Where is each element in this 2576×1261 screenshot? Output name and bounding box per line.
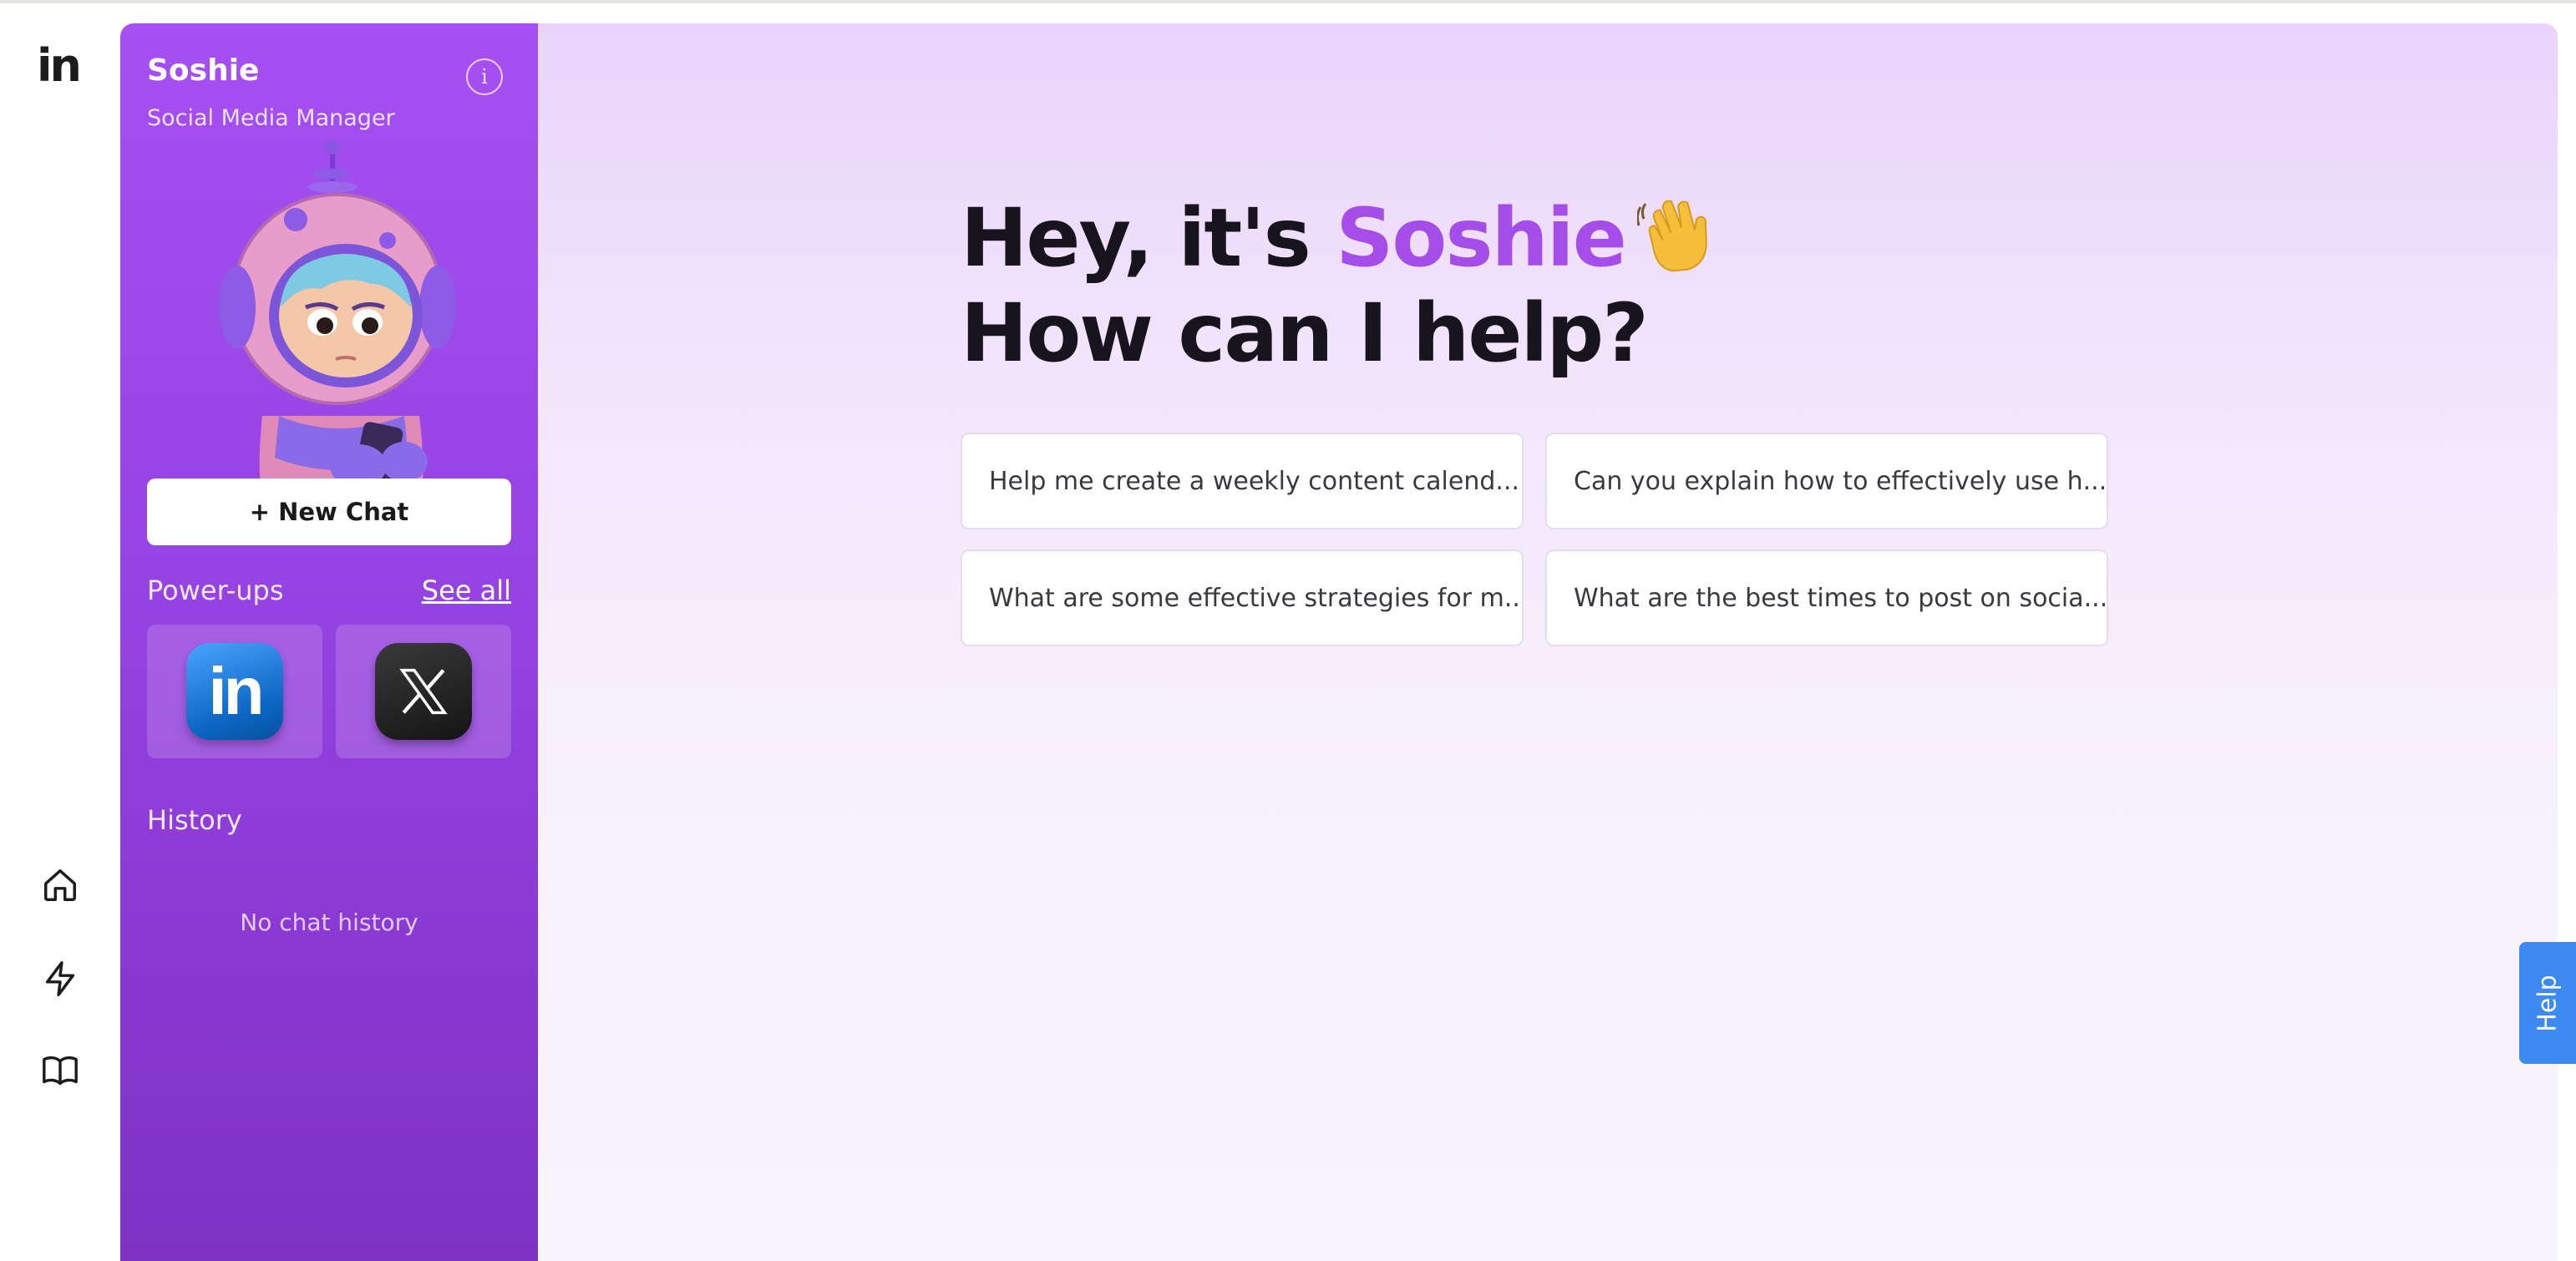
info-icon[interactable]: i — [466, 58, 503, 95]
greeting-agent-name: Soshie — [1336, 191, 1627, 285]
chat-main: Hey, it's Soshie How can I help? Help me… — [538, 23, 2558, 1261]
greeting-line-1: Hey, it's Soshie — [961, 190, 1717, 286]
home-icon[interactable] — [37, 862, 84, 909]
see-all-link[interactable]: See all — [422, 575, 511, 606]
suggestion-card[interactable]: What are the best times to post on socia… — [1545, 549, 2108, 646]
top-border — [0, 0, 2576, 3]
agent-name: Soshie — [147, 53, 260, 88]
suggestion-card[interactable]: What are some effective strategies for m… — [961, 549, 1524, 646]
suggestion-card[interactable]: Can you explain how to effectively use h… — [1545, 433, 2108, 529]
book-icon[interactable] — [37, 1047, 84, 1094]
agent-role: Social Media Manager — [147, 105, 395, 131]
powerup-x-card[interactable] — [336, 625, 511, 758]
suggestion-card[interactable]: Help me create a weekly content calend..… — [961, 433, 1524, 529]
agent-sidebar: Soshie Social Media Manager i + New Chat… — [120, 23, 538, 1261]
help-button[interactable]: Help — [2519, 942, 2576, 1064]
app-logo[interactable]: in — [37, 43, 82, 89]
help-label: Help — [2533, 974, 2563, 1032]
powerups-label: Power-ups — [147, 575, 284, 606]
left-rail: in — [0, 3, 120, 1261]
agent-avatar — [219, 140, 456, 501]
linkedin-icon: in — [186, 643, 283, 740]
waving-hand-icon — [1635, 194, 1717, 274]
greeting-prefix: Hey, it's — [961, 191, 1336, 285]
x-icon — [375, 643, 472, 740]
no-history-text: No chat history — [240, 909, 418, 936]
lightning-icon[interactable] — [37, 955, 84, 1002]
new-chat-button[interactable]: + New Chat — [147, 479, 511, 545]
powerup-linkedin-card[interactable]: in — [147, 625, 322, 758]
greeting: Hey, it's Soshie How can I help? — [961, 190, 1717, 381]
history-label: History — [147, 804, 242, 836]
greeting-line-2: How can I help? — [961, 286, 1649, 380]
